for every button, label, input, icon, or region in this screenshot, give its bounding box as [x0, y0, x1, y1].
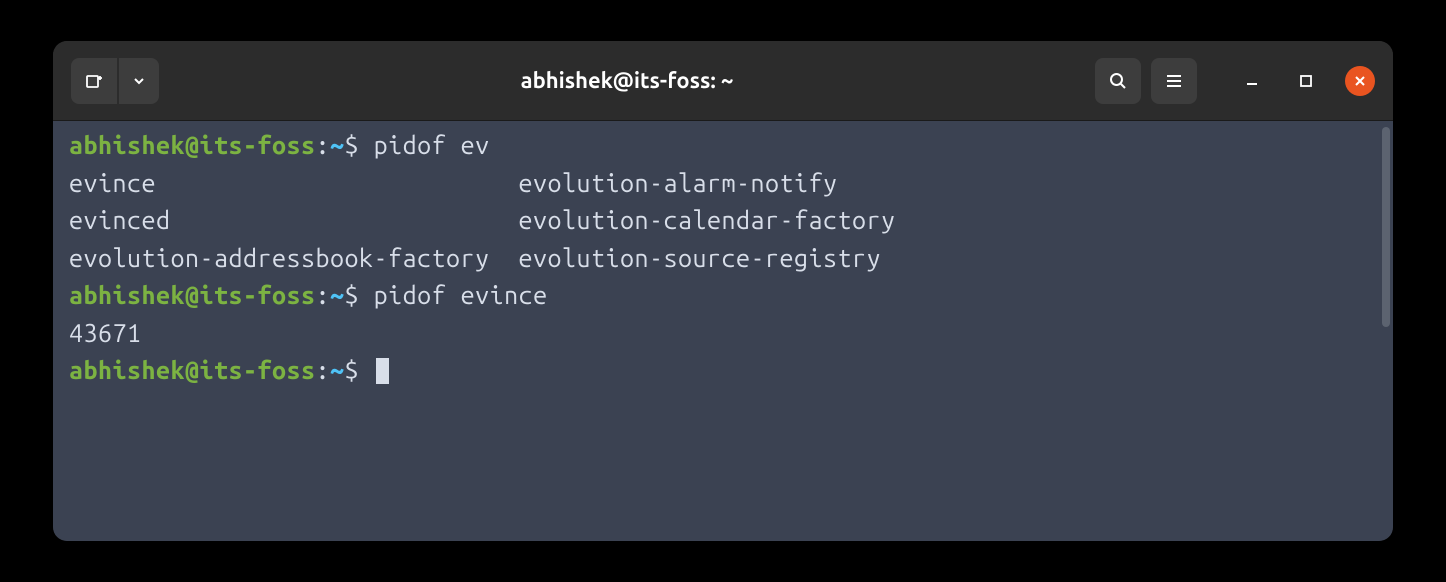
search-icon [1108, 71, 1128, 91]
minimize-button[interactable] [1237, 66, 1267, 96]
chevron-down-icon [132, 74, 146, 88]
output-line: 43671 [69, 315, 1377, 353]
titlebar-left-group [71, 58, 159, 104]
prompt-separator: : [316, 281, 331, 309]
prompt-line: abhishek@its-foss:~$ pidof evince [69, 277, 1377, 315]
new-tab-icon [84, 71, 104, 91]
window-title: abhishek@its-foss: ~ [169, 68, 1085, 93]
titlebar-right-group [1095, 58, 1375, 104]
prompt-line: abhishek@its-foss:~$ pidof ev [69, 127, 1377, 165]
maximize-button[interactable] [1291, 66, 1321, 96]
prompt-user-host: abhishek@its-foss [69, 281, 316, 309]
prompt-symbol: $ [345, 131, 374, 159]
prompt-user-host: abhishek@its-foss [69, 356, 316, 384]
command-text: pidof evince [374, 281, 548, 309]
cursor [376, 358, 389, 384]
output-line: evolution-addressbook-factory evolution-… [69, 240, 1377, 278]
window-controls [1237, 66, 1375, 96]
search-button[interactable] [1095, 58, 1141, 104]
prompt-symbol: $ [345, 281, 374, 309]
prompt-path: ~ [330, 131, 345, 159]
maximize-icon [1299, 74, 1313, 88]
scrollbar[interactable] [1382, 127, 1390, 327]
prompt-path: ~ [330, 356, 345, 384]
tab-dropdown-button[interactable] [119, 58, 159, 104]
prompt-path: ~ [330, 281, 345, 309]
command-text: pidof ev [374, 131, 490, 159]
output-line: evince evolution-alarm-notify [69, 165, 1377, 203]
terminal-body[interactable]: abhishek@its-foss:~$ pidof evevince evol… [53, 121, 1393, 541]
new-tab-button[interactable] [71, 58, 117, 104]
hamburger-icon [1165, 72, 1183, 90]
menu-button[interactable] [1151, 58, 1197, 104]
terminal-window: abhishek@its-foss: ~ [53, 41, 1393, 541]
prompt-separator: : [316, 356, 331, 384]
titlebar: abhishek@its-foss: ~ [53, 41, 1393, 121]
prompt-user-host: abhishek@its-foss [69, 131, 316, 159]
prompt-symbol: $ [345, 356, 374, 384]
prompt-separator: : [316, 131, 331, 159]
close-button[interactable] [1345, 66, 1375, 96]
output-line: evinced evolution-calendar-factory [69, 202, 1377, 240]
prompt-line: abhishek@its-foss:~$ [69, 352, 1377, 390]
close-icon [1354, 75, 1366, 87]
minimize-icon [1245, 74, 1259, 88]
